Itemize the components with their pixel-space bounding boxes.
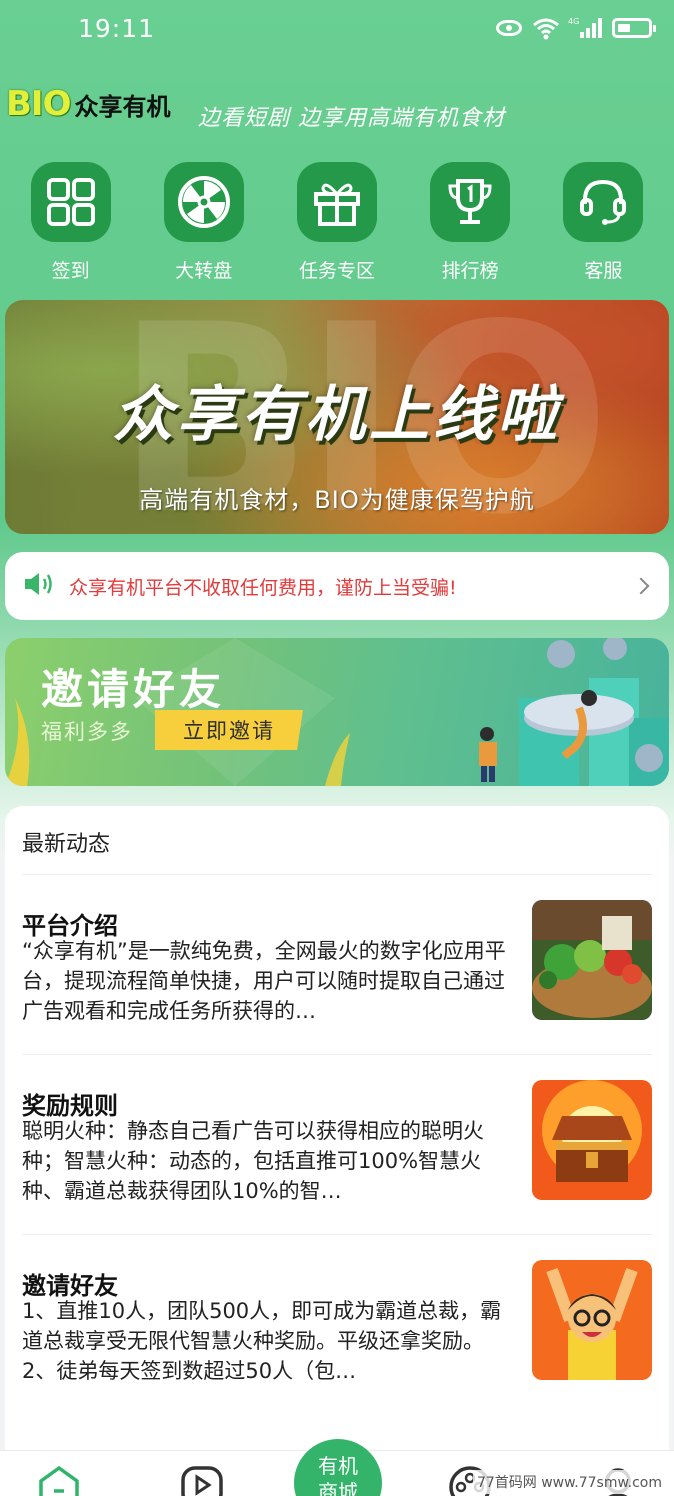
status-time: 19:11 [78, 14, 156, 43]
battery-icon [612, 18, 656, 38]
headset-icon [563, 162, 644, 242]
news-item-invite[interactable]: 邀请好友 1、直推10人，团队500人，即可成为霸道总裁，霸道总裁享受无限代智慧… [22, 1260, 652, 1416]
nav-video-icon[interactable] [180, 1465, 224, 1496]
quick-label: 客服 [584, 260, 623, 282]
brand-slogan: 边看短剧 边享用高端有机食材 [198, 106, 505, 131]
status-bar: 19:11 4G [0, 0, 674, 60]
signal-icon: 4G [568, 16, 602, 40]
nav-mall-label-1: 有机 [318, 1454, 358, 1478]
quick-label: 签到 [51, 260, 90, 282]
status-icons: 4G [496, 16, 656, 40]
news-body: 1、直推10人，团队500人，即可成为霸道总裁，霸道总裁享受无限代智慧火种奖励。… [22, 1299, 502, 1383]
quick-item-ranking[interactable]: 排行榜 [422, 162, 518, 283]
nav-home-icon[interactable] [38, 1465, 80, 1496]
quick-item-service[interactable]: 客服 [555, 162, 651, 283]
news-body: “众享有机”是一款纯免费，全网最火的数字化应用平台，提现流程简单快捷，用户可以随… [22, 939, 506, 1023]
invite-illustration [479, 638, 669, 786]
brand-header: BIO 众享有机 [6, 84, 170, 124]
quick-menu: 签到 大转盘 任务专区 排行榜 客服 [0, 162, 674, 283]
news-item-intro[interactable]: 平台介绍 “众享有机”是一款纯免费，全网最火的数字化应用平台，提现流程简单快捷，… [22, 900, 652, 1056]
quick-label: 大转盘 [175, 260, 233, 282]
vegetable-basket-image [532, 900, 652, 1020]
news-item-rules[interactable]: 奖励规则 聪明火种：静态自己看广告可以获得相应的聪明火种；智慧火种：动态的，包括… [22, 1080, 652, 1236]
news-header: 最新动态 [22, 832, 111, 857]
invite-subtitle: 福利多多 [41, 720, 133, 744]
notice-text: 众享有机平台不收取任何费用，谨防上当受骗! [69, 576, 457, 599]
news-body: 聪明火种：静态自己看广告可以获得相应的聪明火种；智慧火种：动态的，包括直推可10… [22, 1119, 484, 1203]
chevron-right-icon [632, 577, 650, 595]
divider [22, 1234, 652, 1235]
quick-item-wheel[interactable]: 大转盘 [156, 162, 252, 283]
quick-item-tasks[interactable]: 任务专区 [289, 162, 385, 283]
quick-item-checkin[interactable]: 签到 [23, 162, 119, 283]
divider [22, 874, 652, 875]
speaker-icon [23, 570, 55, 602]
eye-icon [496, 20, 522, 36]
invite-banner[interactable]: 邀请好友 福利多多 立即邀请 [5, 638, 669, 786]
brand-logo: BIO [6, 84, 71, 124]
news-card: 最新动态 平台介绍 “众享有机”是一款纯免费，全网最火的数字化应用平台，提现流程… [5, 806, 669, 1496]
treasure-chest-image [532, 1080, 652, 1200]
banner-subtitle: 高端有机食材，BIO为健康保驾护航 [139, 486, 535, 514]
network-label: 4G [568, 17, 579, 26]
grid-icon [30, 162, 111, 242]
banner-title: 众享有机上线啦 [113, 380, 561, 450]
brand-name: 众享有机 [74, 92, 171, 121]
invite-title: 邀请好友 [41, 665, 226, 714]
gift-icon [296, 162, 377, 242]
site-watermark: 77首码网 www.77smw.com [472, 1470, 666, 1494]
divider [22, 1054, 652, 1055]
promo-banner[interactable]: BIO 众享有机上线啦 高端有机食材，BIO为健康保驾护航 [5, 300, 669, 534]
notice-bar[interactable]: 众享有机平台不收取任何费用，谨防上当受骗! [5, 552, 669, 620]
cheering-man-image [532, 1260, 652, 1380]
nav-mall-label-2: 商城 [318, 1480, 358, 1496]
invite-now-button[interactable]: 立即邀请 [155, 710, 303, 750]
quick-label: 排行榜 [441, 260, 499, 282]
wheel-icon [163, 162, 244, 242]
trophy-icon [430, 162, 511, 242]
wifi-icon [532, 18, 559, 40]
quick-label: 任务专区 [298, 260, 375, 282]
